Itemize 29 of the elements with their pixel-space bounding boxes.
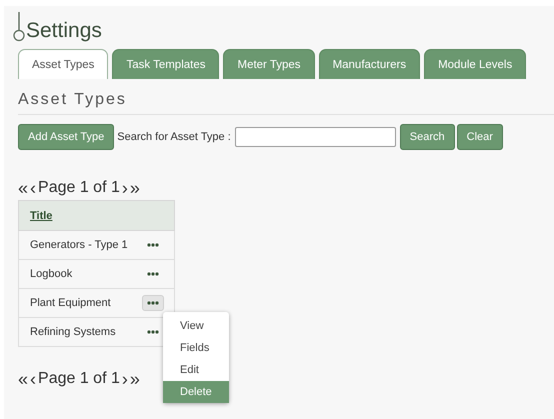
more-icon (147, 330, 159, 334)
more-icon (147, 243, 159, 247)
table-cell: Logbook (30, 268, 72, 280)
search-field[interactable] (234, 127, 396, 147)
search-label: Search for Asset Type : (117, 131, 231, 143)
page-indicator: Page 1 of 1 (38, 370, 120, 388)
menu-item[interactable]: View (163, 315, 229, 337)
table-cell: Plant Equipment (30, 297, 111, 309)
more-icon (147, 272, 159, 276)
more-icon (147, 301, 159, 305)
menu-item[interactable]: Fields (163, 337, 229, 359)
last-page-link[interactable]: » (130, 368, 140, 390)
table-cell: Generators - Type 1 (30, 239, 128, 251)
page-indicator: Page 1 of 1 (38, 179, 120, 197)
section-title: Asset Types (18, 79, 554, 115)
column-header[interactable]: Title (18, 200, 174, 230)
first-page-link[interactable]: « (18, 178, 28, 198)
page-title: Settings (26, 18, 102, 44)
previous-page-link[interactable]: ‹ (30, 178, 36, 198)
next-page-link[interactable]: › (122, 178, 128, 198)
next-page-link[interactable]: › (122, 368, 128, 390)
tab[interactable]: Asset Types (18, 49, 108, 79)
timeline-node-icon (13, 12, 25, 42)
table-cell: Refining Systems (30, 326, 116, 338)
more-options-button[interactable] (142, 295, 164, 311)
last-page-link[interactable]: » (130, 178, 140, 198)
menu-item[interactable]: Edit (163, 359, 229, 381)
previous-page-link[interactable]: ‹ (30, 368, 36, 390)
first-page-link[interactable]: « (18, 368, 28, 390)
